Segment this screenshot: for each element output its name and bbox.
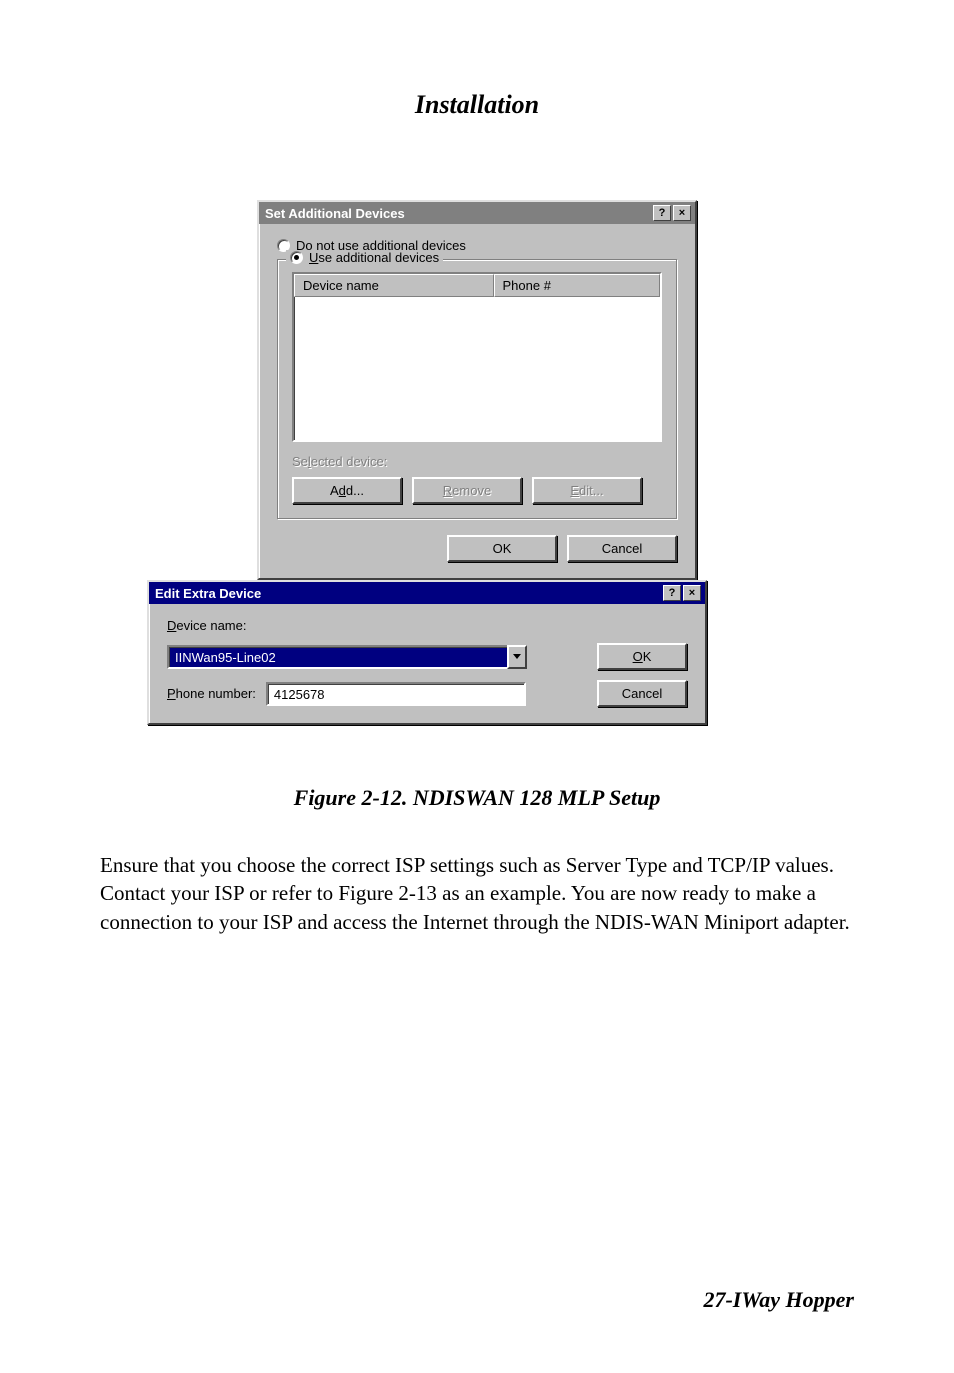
ok-button[interactable]: OK [447,535,557,562]
device-listview[interactable]: Device name Phone # [292,272,662,442]
btn-accel: O [633,649,643,664]
column-device-name[interactable]: Device name [294,274,494,297]
page-title: Installation [100,90,854,120]
btn-text-part: emove [452,483,491,498]
radio-accel: U [309,250,318,265]
btn-text-part: dit... [579,483,604,498]
label-part: ected device: [311,454,388,469]
radio-use-label: Use additional devices [309,250,439,265]
device-name-label: Device name: [167,618,573,633]
phone-number-label: Phone number: [167,686,256,701]
dialog2-titlebar-buttons: ? × [663,585,701,601]
edit-button: Edit... [532,477,642,504]
label-accel: D [167,618,176,633]
add-button[interactable]: Add... [292,477,402,504]
btn-text-part: A [330,483,339,498]
set-additional-devices-dialog: Set Additional Devices ? × Do not use ad… [257,200,697,580]
label-accel: P [167,686,176,701]
label-part: evice name: [176,618,246,633]
label-part: hone number: [176,686,256,701]
cancel-button[interactable]: Cancel [597,680,687,707]
device-name-combobox[interactable]: IINWan95-Line02 [167,645,527,669]
edit-extra-device-dialog: Edit Extra Device ? × Device name: IINWa… [147,580,707,725]
close-button[interactable]: × [683,585,701,601]
remove-button: Remove [412,477,522,504]
cancel-button[interactable]: Cancel [567,535,677,562]
chevron-down-icon [513,654,521,659]
ok-button[interactable]: OK [597,643,687,670]
close-button[interactable]: × [673,205,691,221]
btn-text-part: K [643,649,652,664]
dialog1-titlebar: Set Additional Devices ? × [259,202,695,224]
device-name-value[interactable]: IINWan95-Line02 [167,645,507,669]
combobox-dropdown-button[interactable] [507,645,527,669]
help-button[interactable]: ? [653,205,671,221]
btn-accel: d [339,483,346,498]
dialog2-body: Device name: IINWan95-Line02 OK Phone nu… [149,604,705,723]
column-phone[interactable]: Phone # [494,274,661,297]
btn-text-part: d... [346,483,364,498]
dialog2-titlebar: Edit Extra Device ? × [149,582,705,604]
dialog1-actions: OK Cancel [277,535,677,562]
body-paragraph: Ensure that you choose the correct ISP s… [100,851,854,936]
radio-dot-icon [294,255,299,260]
dialog2-title: Edit Extra Device [155,586,261,601]
radio-use[interactable]: Use additional devices [286,250,443,265]
radio-text-part: se additional devices [318,250,439,265]
device-name-combo-wrap: IINWan95-Line02 [167,645,573,669]
phone-number-row: Phone number: 4125678 [167,682,573,706]
btn-accel: R [443,483,452,498]
label-part: Se [292,454,308,469]
listview-header: Device name Phone # [294,274,660,297]
dialogs-container: Set Additional Devices ? × Do not use ad… [100,200,854,725]
dialog1-title: Set Additional Devices [265,206,405,221]
radio-icon [290,251,303,264]
phone-number-input[interactable]: 4125678 [266,682,526,706]
device-buttons-row: Add... Remove Edit... [292,477,662,504]
selected-device-label: Selected device: [292,454,662,469]
dialog1-body: Do not use additional devices Use additi… [259,224,695,578]
use-additional-groupbox: Use additional devices Device name Phone… [277,259,677,519]
btn-accel: E [570,483,579,498]
dialog1-titlebar-buttons: ? × [653,205,691,221]
page-footer: 27-IWay Hopper [703,1287,854,1313]
figure-caption: Figure 2-12. NDISWAN 128 MLP Setup [100,785,854,811]
help-button[interactable]: ? [663,585,681,601]
